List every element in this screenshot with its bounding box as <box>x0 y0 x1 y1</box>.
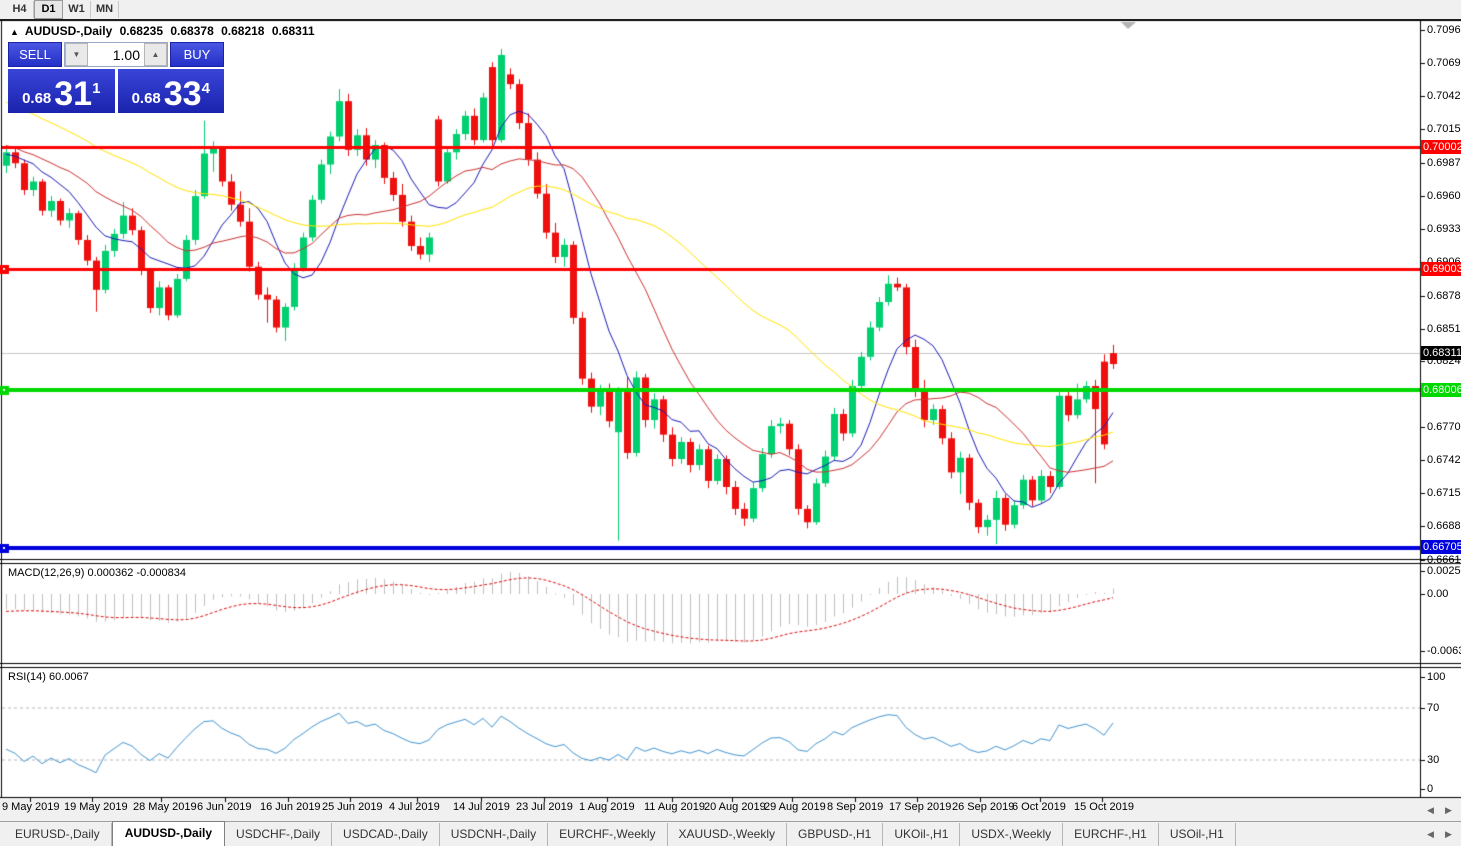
date-axis-label: 17 Sep 2019 <box>889 801 951 813</box>
chart-tab-ukoil-h1[interactable]: UKOil-,H1 <box>883 823 960 846</box>
ohlc-open: 0.68235 <box>120 24 163 38</box>
chart-tab-usdchf-daily[interactable]: USDCHF-,Daily <box>225 823 332 846</box>
macd-axis-tick: 0.002574 <box>1427 565 1461 578</box>
volume-increase-button[interactable]: ▲ <box>144 43 167 66</box>
date-axis-label: 8 Sep 2019 <box>827 801 883 813</box>
price-axis-tick: 0.69330 <box>1427 223 1461 236</box>
date-axis-label: 26 Sep 2019 <box>952 801 1014 813</box>
date-axis-label: 11 Aug 2019 <box>644 801 705 813</box>
rsi-axis-tick: 30 <box>1427 754 1461 767</box>
ohlc-close: 0.68311 <box>272 24 315 38</box>
price-axis-tick: 0.67155 <box>1427 487 1461 500</box>
price-axis-tick: 0.70150 <box>1427 123 1461 136</box>
chart-canvas[interactable] <box>0 0 1461 846</box>
chart-tab-gbpusd-h1[interactable]: GBPUSD-,H1 <box>787 823 883 846</box>
chart-tab-audusd-daily[interactable]: AUDUSD-,Daily <box>112 821 225 846</box>
sell-button[interactable]: SELL <box>8 42 62 67</box>
macd-axis-tick: -0.006326 <box>1427 645 1461 658</box>
price-axis-tag: 0.69003 <box>1421 262 1461 276</box>
price-axis-tick: 0.70420 <box>1427 90 1461 103</box>
macd-indicator-label: MACD(12,26,9) 0.000362 -0.000834 <box>8 567 186 579</box>
buy-price-small: 0.68 <box>132 89 161 109</box>
chart-tab-usdcad-daily[interactable]: USDCAD-,Daily <box>332 823 440 846</box>
chart-tab-eurchf-h1[interactable]: EURCHF-,H1 <box>1063 823 1159 846</box>
chart-tab-bar: EURUSD-,DailyAUDUSD-,DailyUSDCHF-,DailyU… <box>0 821 1461 846</box>
macd-axis-tick: 0.00 <box>1427 588 1461 601</box>
timeframe-button-w1[interactable]: W1 <box>63 1 91 18</box>
ohlc-high: 0.68378 <box>170 24 213 38</box>
rsi-axis-tick: 100 <box>1427 671 1461 684</box>
date-axis-label: 4 Jul 2019 <box>389 801 440 813</box>
date-axis-label: 6 Oct 2019 <box>1012 801 1066 813</box>
collapse-icon[interactable]: ▲ <box>10 27 19 37</box>
timeframe-button-d1[interactable]: D1 <box>34 0 63 19</box>
price-axis-tag: 0.66705 <box>1421 540 1461 554</box>
trading-terminal-window: H4D1W1MN ▲ AUDUSD-,Daily 0.68235 0.68378 … <box>0 0 1461 846</box>
scroll-left-icon[interactable]: ◀ <box>1427 805 1434 816</box>
price-axis-tick: 0.68785 <box>1427 290 1461 303</box>
buy-price-box[interactable]: 0.68 33 4 <box>118 69 225 113</box>
price-axis-tag: 0.68311 <box>1421 346 1461 360</box>
sell-price-small: 0.68 <box>22 89 51 109</box>
volume-stepper: ▼ ▲ <box>64 42 168 67</box>
date-axis-label: 20 Aug 2019 <box>704 801 766 813</box>
price-axis-tag: 0.70002 <box>1421 140 1461 154</box>
tabs-scroll-left-icon[interactable]: ◀ <box>1427 829 1434 840</box>
date-axis-label: 29 Aug 2019 <box>764 801 826 813</box>
buy-price-big: 33 <box>164 79 202 109</box>
date-axis-label: 23 Jul 2019 <box>516 801 573 813</box>
price-axis-tag: 0.68006 <box>1421 383 1461 397</box>
price-axis-tick: 0.70695 <box>1427 57 1461 70</box>
date-axis-label: 1 Aug 2019 <box>579 801 635 813</box>
one-click-trading-panel: SELL ▼ ▲ BUY 0.68 31 1 0.68 33 4 <box>8 42 224 113</box>
scroll-right-icon[interactable]: ▶ <box>1445 805 1452 816</box>
chart-tab-usoil-h1[interactable]: USOil-,H1 <box>1159 823 1236 846</box>
chart-tab-eurusd-daily[interactable]: EURUSD-,Daily <box>4 823 112 846</box>
date-axis-label: 14 Jul 2019 <box>453 801 510 813</box>
sell-price-big: 31 <box>54 79 92 109</box>
date-axis-label: 28 May 2019 <box>133 801 197 813</box>
date-axis-label: 15 Oct 2019 <box>1074 801 1134 813</box>
rsi-axis-tick: 0 <box>1427 783 1461 796</box>
chart-tab-xauusd-weekly[interactable]: XAUUSD-,Weekly <box>668 823 787 846</box>
chart-tab-eurchf-weekly[interactable]: EURCHF-,Weekly <box>548 823 667 846</box>
date-axis-label: 6 Jun 2019 <box>197 801 251 813</box>
date-axis-label: 19 May 2019 <box>64 801 128 813</box>
price-axis-tick: 0.67700 <box>1427 421 1461 434</box>
date-axis-label: 25 Jun 2019 <box>322 801 383 813</box>
price-axis-tick: 0.67425 <box>1427 454 1461 467</box>
ohlc-low: 0.68218 <box>221 24 264 38</box>
volume-decrease-button[interactable]: ▼ <box>65 43 88 66</box>
price-axis-tick: 0.69605 <box>1427 190 1461 203</box>
tabs-scroll-right-icon[interactable]: ▶ <box>1445 829 1452 840</box>
chart-tab-usdx-weekly[interactable]: USDX-,Weekly <box>960 823 1063 846</box>
rsi-indicator-label: RSI(14) 60.0067 <box>8 671 89 683</box>
volume-input[interactable] <box>88 43 144 66</box>
buy-price-sup: 4 <box>202 69 210 109</box>
date-axis-label: 9 May 2019 <box>2 801 59 813</box>
rsi-axis-tick: 70 <box>1427 702 1461 715</box>
price-axis-tick: 0.69875 <box>1427 157 1461 170</box>
chart-tab-usdcnh-daily[interactable]: USDCNH-,Daily <box>440 823 548 846</box>
price-axis-tick: 0.70965 <box>1427 24 1461 37</box>
price-axis-tick: 0.66880 <box>1427 520 1461 533</box>
chart-symbol: AUDUSD-,Daily <box>25 24 112 38</box>
timeframe-toolbar: H4D1W1MN <box>0 0 1461 19</box>
sell-price-box[interactable]: 0.68 31 1 <box>8 69 115 113</box>
chart-title: ▲ AUDUSD-,Daily 0.68235 0.68378 0.68218 0… <box>10 24 319 38</box>
price-axis-tick: 0.68515 <box>1427 323 1461 336</box>
buy-button[interactable]: BUY <box>170 42 224 67</box>
date-axis-label: 16 Jun 2019 <box>260 801 321 813</box>
timeframe-button-mn[interactable]: MN <box>91 1 119 18</box>
timeframe-button-h4[interactable]: H4 <box>6 1 34 18</box>
sell-price-sup: 1 <box>92 69 100 109</box>
